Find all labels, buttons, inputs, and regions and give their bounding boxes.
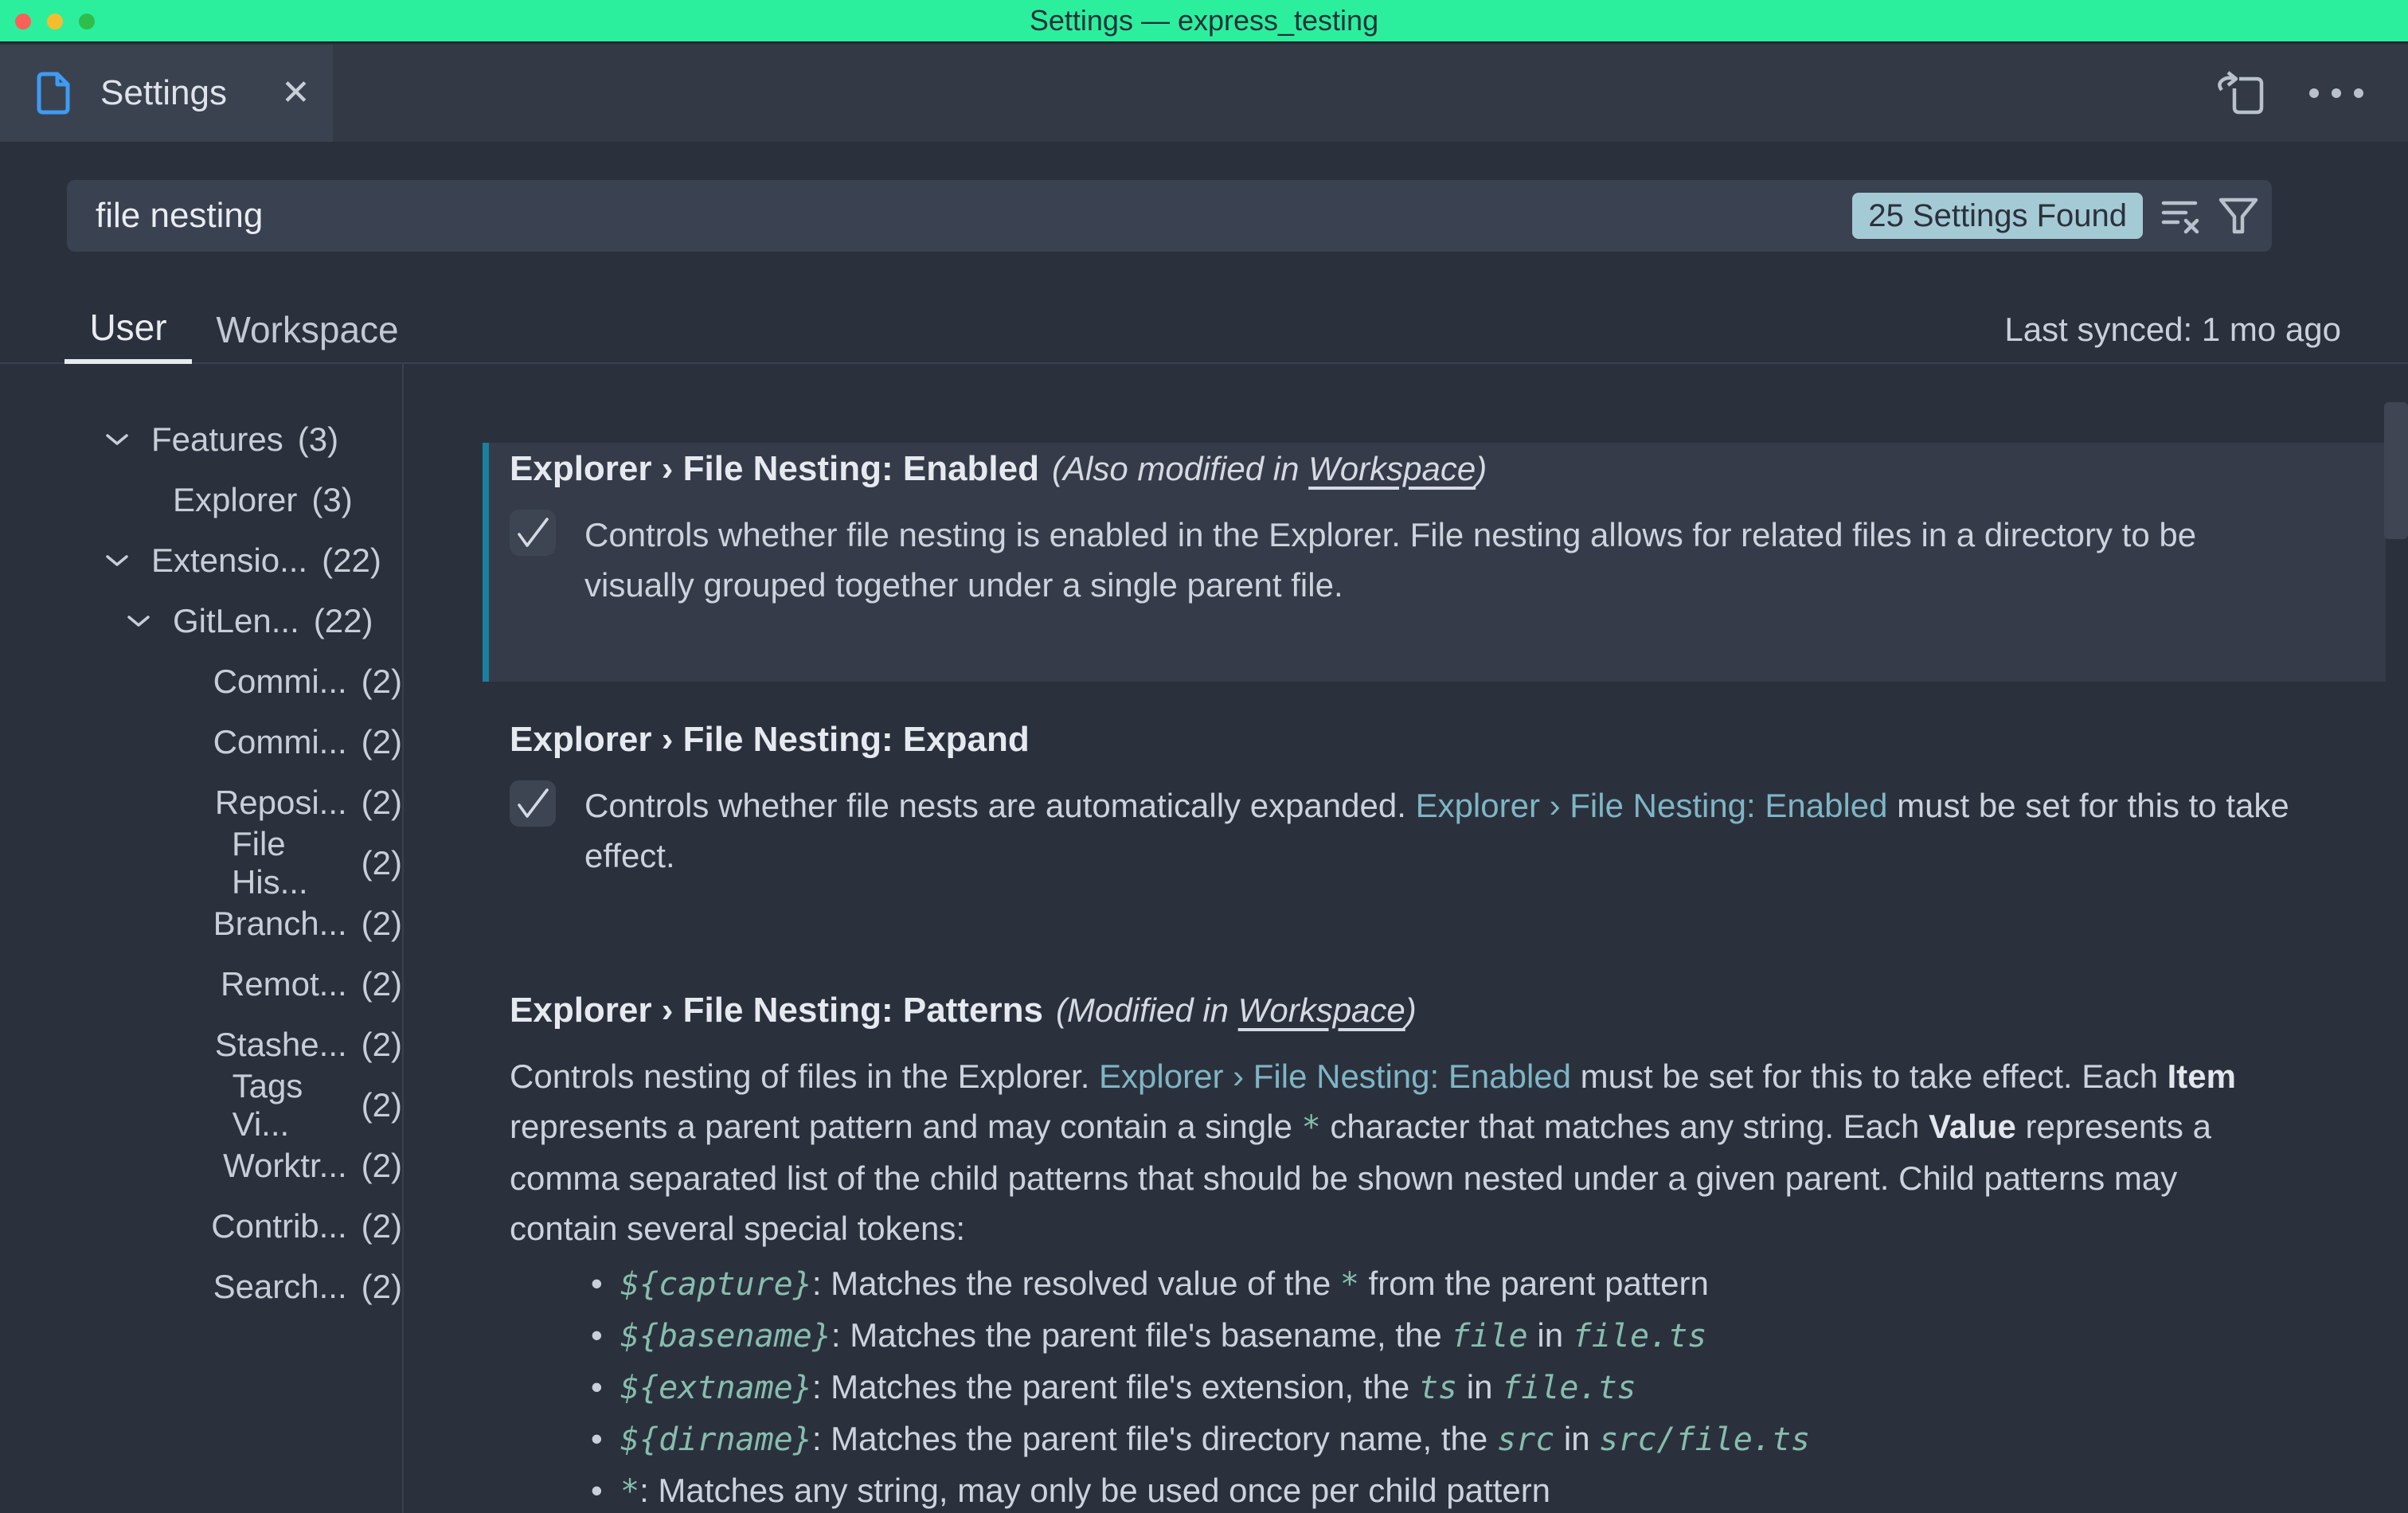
setting-title: Explorer › File Nesting: Expand: [510, 720, 1030, 759]
desc-text: file.ts: [1502, 1370, 1636, 1406]
minimize-window-button[interactable]: [47, 14, 63, 29]
window-titlebar: Settings — express_testing: [0, 0, 2408, 43]
close-window-button[interactable]: [15, 14, 31, 29]
modified-note-prefix: (Modified in: [1056, 991, 1238, 1029]
desc-text: : Matches any string, may only be used o…: [639, 1472, 1550, 1509]
desc-text: ${dirname}: [620, 1421, 812, 1458]
desc-text: ${extname}: [620, 1370, 812, 1406]
desc-text: src/file.ts: [1599, 1421, 1810, 1458]
setting-reference-link[interactable]: Explorer › File Nesting: Enabled: [1416, 787, 1888, 824]
settings-list: Explorer › File Nesting: Enabled (Also mo…: [0, 364, 2408, 1513]
desc-text: : Matches the parent file's directory na…: [812, 1420, 1497, 1457]
search-input[interactable]: [67, 196, 1852, 236]
setting-title: Explorer › File Nesting: Enabled: [510, 449, 1039, 488]
token-text: ${basename}: Matches the parent file's b…: [620, 1310, 1706, 1362]
setting-title-line: Explorer › File Nesting: Expand: [510, 718, 2354, 761]
setting-title-line: Explorer › File Nesting: Enabled (Also mo…: [510, 448, 2354, 491]
desc-text: in: [1554, 1420, 1599, 1457]
tab-settings[interactable]: Settings ✕: [0, 45, 333, 142]
results-count-badge: 25 Settings Found: [1852, 193, 2143, 239]
setting-control: Controls whether file nesting is enabled…: [510, 510, 2354, 610]
desc-text: : Matches the parent file's basename, th…: [831, 1316, 1451, 1354]
setting-control: Controls whether file nests are automati…: [510, 780, 2354, 881]
setting-title: Explorer › File Nesting: Patterns: [510, 991, 1043, 1030]
modified-note: (Also modified in Workspace): [1052, 450, 1487, 487]
desc-text: Controls whether file nesting is enabled…: [584, 516, 2196, 604]
setting-description: Controls whether file nests are automati…: [584, 780, 2304, 881]
clear-search-results-icon[interactable]: [2160, 196, 2200, 236]
tab-label: Settings: [100, 73, 227, 113]
setting-checkbox[interactable]: [510, 780, 556, 827]
setting-description: Controls whether file nesting is enabled…: [584, 510, 2304, 610]
token-list-item: ${basename}: Matches the parent file's b…: [510, 1310, 2354, 1362]
filter-icon[interactable]: [2218, 196, 2259, 236]
token-list: ${capture}: Matches the resolved value o…: [510, 1258, 2354, 1513]
desc-text: Controls whether file nests are automati…: [584, 787, 1416, 824]
tab-workspace[interactable]: Workspace: [194, 295, 421, 364]
last-synced-status: Last synced: 1 mo ago: [2004, 295, 2341, 364]
desc-text: represents a parent pattern and may cont…: [510, 1108, 1302, 1145]
desc-text: Item: [2168, 1058, 2236, 1095]
checkmark-icon: [514, 786, 552, 821]
modified-note-suffix: ): [1476, 450, 1487, 487]
desc-text: character that matches any string. Each: [1321, 1108, 1929, 1145]
zoom-window-button[interactable]: [79, 14, 95, 29]
checkmark-icon: [514, 515, 552, 550]
window-title: Settings — express_testing: [1030, 4, 1378, 37]
setting-checkbox[interactable]: [510, 510, 556, 556]
close-tab-icon[interactable]: ✕: [281, 76, 311, 111]
tab-user[interactable]: User: [64, 295, 192, 364]
token-list-item: ${dirname}: Matches the parent file's di…: [510, 1413, 2354, 1465]
token-text: ${capture}: Matches the resolved value o…: [620, 1258, 1709, 1310]
desc-text: must be set for this to take effect. Eac…: [1571, 1058, 2168, 1095]
desc-text: *: [620, 1473, 639, 1510]
desc-text: : Matches the resolved value of the: [812, 1265, 1340, 1302]
token-list-item: ${capture}: Matches the resolved value o…: [510, 1258, 2354, 1310]
desc-text: ${basename}: [620, 1318, 831, 1355]
settings-file-icon: [35, 71, 72, 115]
desc-text: Value: [1929, 1108, 2016, 1145]
modified-note-prefix: (Also modified in: [1052, 450, 1308, 487]
desc-text: file: [1451, 1318, 1527, 1355]
setting-title-line: Explorer › File Nesting: Patterns (Modifi…: [510, 989, 2354, 1032]
scrollbar-thumb[interactable]: [2384, 402, 2408, 539]
more-actions-icon[interactable]: [2304, 85, 2368, 101]
setting-description: Controls nesting of files in the Explore…: [510, 1051, 2293, 1253]
traffic-lights: [0, 0, 95, 43]
workspace-link[interactable]: Workspace: [1308, 450, 1476, 487]
token-text: ${extname}: Matches the parent file's ex…: [620, 1362, 1636, 1413]
desc-text: in: [1528, 1316, 1573, 1354]
modified-note: (Modified in Workspace): [1056, 991, 1417, 1029]
desc-text: *: [1302, 1109, 1321, 1146]
desc-text: Controls nesting of files in the Explore…: [510, 1058, 1099, 1095]
token-list-item: ${extname}: Matches the parent file's ex…: [510, 1362, 2354, 1413]
token-text: ${dirname}: Matches the parent file's di…: [620, 1413, 1810, 1465]
open-settings-json-icon[interactable]: [2215, 68, 2269, 119]
token-text: *: Matches any string, may only be used …: [620, 1465, 1550, 1513]
desc-text: from the parent pattern: [1359, 1265, 1709, 1302]
editor-tab-strip: Settings ✕: [0, 45, 2408, 142]
settings-search-bar: 25 Settings Found: [67, 180, 2272, 252]
desc-text: ${capture}: [620, 1266, 812, 1303]
desc-text: file.ts: [1573, 1318, 1707, 1355]
desc-text: src: [1497, 1421, 1554, 1458]
workspace-link[interactable]: Workspace: [1238, 991, 1405, 1029]
token-list-item: *: Matches any string, may only be used …: [510, 1465, 2354, 1513]
desc-text: ts: [1419, 1370, 1457, 1406]
desc-text: *: [1340, 1266, 1359, 1303]
desc-text: : Matches the parent file's extension, t…: [812, 1368, 1419, 1405]
setting-row[interactable]: Explorer › File Nesting: Expand Controls …: [483, 713, 2386, 952]
setting-row[interactable]: Explorer › File Nesting: Patterns (Modifi…: [483, 984, 2386, 1513]
setting-row[interactable]: Explorer › File Nesting: Enabled (Also mo…: [483, 443, 2386, 682]
modified-note-suffix: ): [1405, 991, 1417, 1029]
setting-reference-link[interactable]: Explorer › File Nesting: Enabled: [1099, 1058, 1571, 1095]
desc-text: in: [1457, 1368, 1502, 1405]
